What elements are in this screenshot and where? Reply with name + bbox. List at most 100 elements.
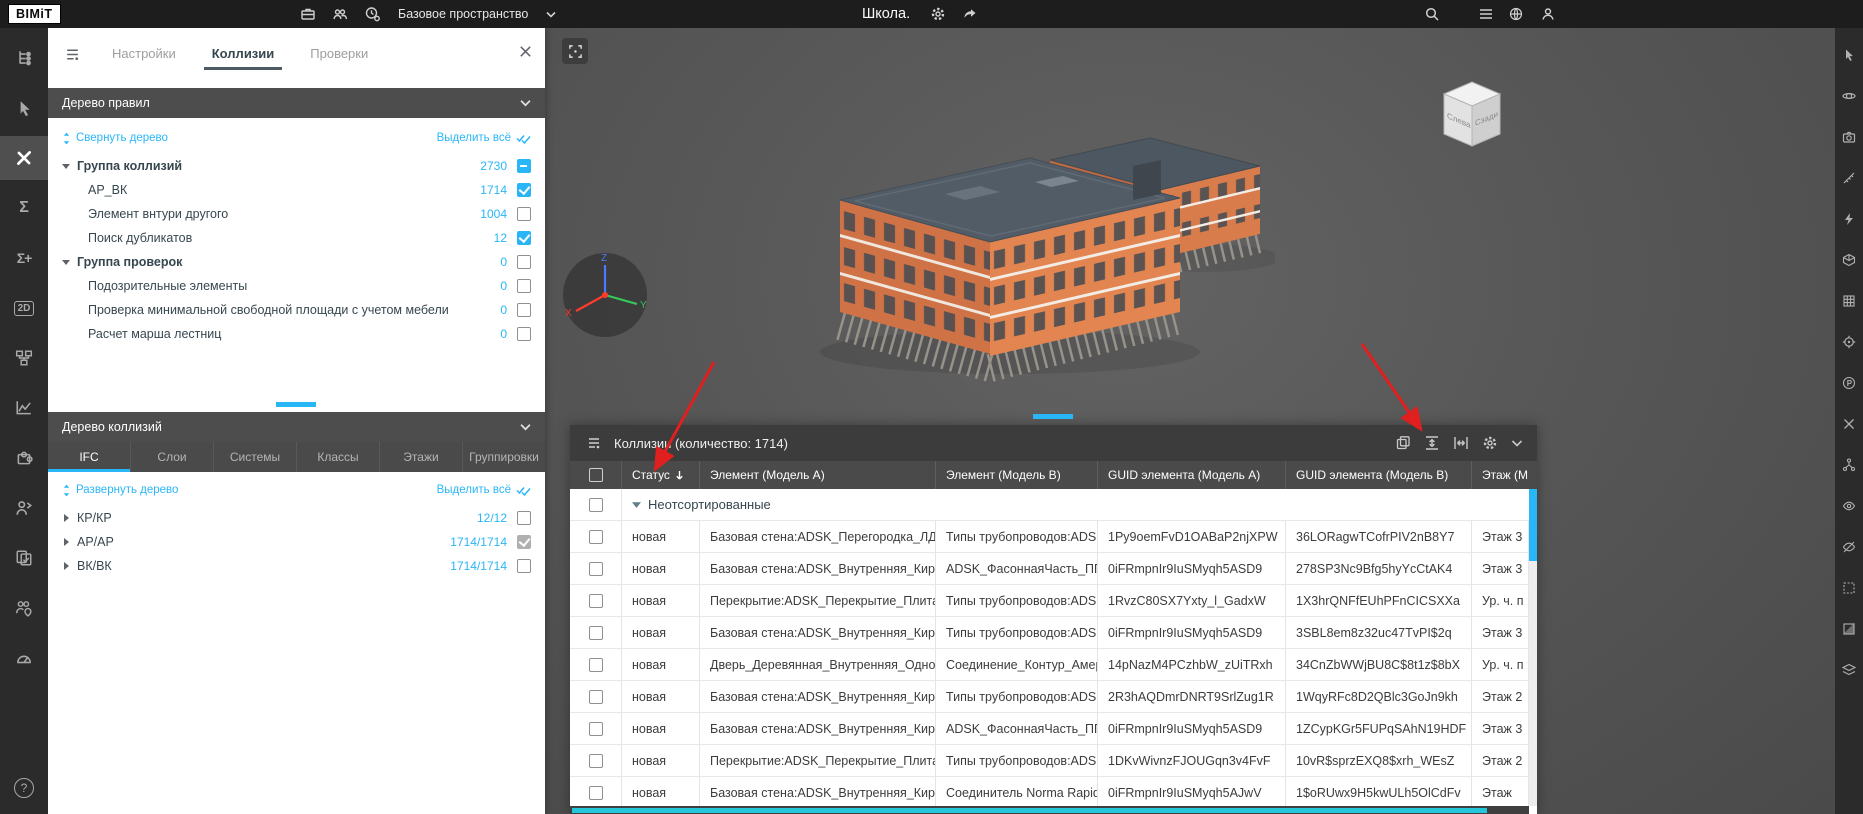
gauge-tool[interactable]	[0, 636, 48, 680]
column-guid-b[interactable]: GUID элемента (Модель B)	[1286, 461, 1472, 489]
rule-row[interactable]: Элемент внтури другого 1004	[48, 202, 545, 226]
sum-tool[interactable]: Σ	[0, 186, 48, 230]
tab-floors[interactable]: Этажи	[380, 442, 463, 472]
tab-classes[interactable]: Классы	[297, 442, 380, 472]
rule-group-collisions-row[interactable]: Группа коллизий 2730	[48, 154, 545, 178]
rule-checkbox[interactable]	[517, 327, 531, 341]
section-lightning-tool[interactable]	[1835, 204, 1863, 234]
row-checkbox[interactable]	[588, 753, 603, 768]
tab-settings[interactable]: Настройки	[94, 28, 194, 78]
ifc-tree-row[interactable]: АР/АР 1714/1714	[48, 530, 545, 554]
rule-row[interactable]: Проверка минимальной свободной площади с…	[48, 298, 545, 322]
history-clock-icon[interactable]	[364, 6, 380, 22]
select-all-rules-link[interactable]: Выделить всё	[437, 132, 531, 144]
team-users-icon[interactable]	[332, 6, 348, 22]
fit-column-width-icon[interactable]	[1453, 435, 1469, 451]
globe-icon[interactable]	[1508, 6, 1524, 22]
row-checkbox[interactable]	[588, 785, 603, 800]
panel-resize-handle[interactable]	[276, 402, 316, 407]
project-settings-gear-icon[interactable]	[930, 6, 946, 22]
rule-checkbox[interactable]	[517, 183, 531, 197]
collision-row[interactable]: новая Дверь_Деревянная_Внутренняя_Однопо…	[570, 649, 1529, 681]
structure-tool[interactable]	[1835, 450, 1863, 480]
collision-row[interactable]: новая Базовая стена:ADSK_Перегородка_ЛДС…	[570, 521, 1529, 553]
tab-layers[interactable]: Слои	[131, 442, 214, 472]
user-share-tool[interactable]	[0, 486, 48, 530]
rule-checkbox[interactable]	[517, 255, 531, 269]
select-tool[interactable]	[0, 86, 48, 130]
close-panel-icon[interactable]	[518, 44, 533, 59]
row-checkbox[interactable]	[588, 561, 603, 576]
collapse-table-chevron-icon[interactable]	[1511, 439, 1523, 448]
select-all-collisions-link[interactable]: Выделить всё	[437, 484, 531, 496]
duplicate-view-icon[interactable]	[1395, 435, 1411, 451]
collision-row[interactable]: новая Базовая стена:ADSK_Внутренняя_Кирп…	[570, 681, 1529, 713]
fit-row-height-icon[interactable]	[1424, 435, 1440, 451]
copy-check-tool[interactable]	[0, 536, 48, 580]
viewport-select-tool[interactable]	[1835, 40, 1863, 70]
rule-checkbox[interactable]	[517, 207, 531, 221]
search-icon[interactable]	[1424, 6, 1440, 22]
graphs-tool[interactable]	[0, 386, 48, 430]
table-horizontal-scrollbar[interactable]	[570, 806, 1529, 814]
select-all-rows-checkbox[interactable]	[588, 468, 603, 482]
isolate-box-tool[interactable]	[1835, 573, 1863, 603]
focus-target-tool[interactable]	[1835, 327, 1863, 357]
rule-checkbox[interactable]	[517, 303, 531, 317]
table-resize-handle[interactable]	[1033, 414, 1073, 419]
clip-plane-tool[interactable]	[1835, 614, 1863, 644]
column-level[interactable]: Этаж (М	[1472, 461, 1529, 489]
collision-row[interactable]: новая Перекрытие:ADSK_Перекрытие_Плита_Б…	[570, 745, 1529, 777]
sum-add-tool[interactable]: Σ+	[0, 236, 48, 280]
row-checkbox[interactable]	[588, 657, 603, 672]
tab-systems[interactable]: Системы	[214, 442, 297, 472]
hide-tool[interactable]	[1835, 532, 1863, 562]
row-checkbox[interactable]	[588, 721, 603, 736]
plugins-tool[interactable]	[0, 436, 48, 480]
measure-tool[interactable]	[1835, 163, 1863, 193]
projects-briefcase-icon[interactable]	[300, 6, 316, 22]
users-location-tool[interactable]	[0, 586, 48, 630]
vertical-scrollbar-thumb[interactable]	[1529, 489, 1537, 561]
clash-detection-tool[interactable]	[0, 136, 48, 180]
ifc-row-checkbox[interactable]	[517, 559, 531, 573]
row-checkbox[interactable]	[588, 625, 603, 640]
clip-cross-tool[interactable]	[1835, 409, 1863, 439]
column-element-b[interactable]: Элемент (Модель B)	[936, 461, 1098, 489]
collision-row[interactable]: новая Базовая стена:ADSK_Внутренняя_Кирп…	[570, 553, 1529, 585]
expand-tree-link[interactable]: Развернуть дерево	[62, 484, 178, 497]
collision-row[interactable]: новая Базовая стена:ADSK_Внутренняя_Кирп…	[570, 617, 1529, 649]
cube-view-tool[interactable]	[1835, 245, 1863, 275]
list-menu-icon[interactable]	[1478, 6, 1494, 22]
rule-row[interactable]: Подозрительные элементы 0	[48, 274, 545, 298]
rule-group-checks-row[interactable]: Группа проверок 0	[48, 250, 545, 274]
ifc-tree-row[interactable]: ВК/ВК 1714/1714	[48, 554, 545, 578]
column-guid-a[interactable]: GUID элемента (Модель А)	[1098, 461, 1286, 489]
tab-ifc[interactable]: IFC	[48, 442, 131, 472]
model-tree-tool[interactable]	[0, 36, 48, 80]
visibility-tool[interactable]	[1835, 491, 1863, 521]
collisions-tree-header[interactable]: Дерево коллизий	[48, 412, 545, 442]
table-menu-icon[interactable]	[586, 435, 602, 451]
viewport-frame-icon[interactable]	[562, 38, 588, 64]
axis-gizmo[interactable]: Z X Y	[558, 248, 652, 342]
navigation-cube[interactable]: Слева Сзади	[1430, 70, 1514, 154]
rule-row[interactable]: Поиск дубликатов 12	[48, 226, 545, 250]
grid-plan-tool[interactable]	[1835, 286, 1863, 316]
rule-row[interactable]: АР_ВК 1714	[48, 178, 545, 202]
horizontal-scrollbar-thumb[interactable]	[572, 807, 1487, 813]
table-settings-gear-icon[interactable]	[1482, 435, 1498, 451]
snapshot-camera-tool[interactable]	[1835, 122, 1863, 152]
rule-row[interactable]: Расчет марша лестниц 0	[48, 322, 545, 346]
user-account-icon[interactable]	[1540, 6, 1556, 22]
row-checkbox[interactable]	[588, 593, 603, 608]
rule-checkbox[interactable]	[517, 279, 531, 293]
help-button[interactable]: ?	[14, 778, 34, 798]
rule-checkbox[interactable]	[517, 159, 531, 173]
row-checkbox[interactable]	[588, 689, 603, 704]
rule-checkbox[interactable]	[517, 231, 531, 245]
column-element-a[interactable]: Элемент (Модель А)	[700, 461, 936, 489]
tab-checks[interactable]: Проверки	[292, 28, 386, 78]
orbit-tool[interactable]	[1835, 81, 1863, 111]
ifc-row-checkbox[interactable]	[517, 511, 531, 525]
